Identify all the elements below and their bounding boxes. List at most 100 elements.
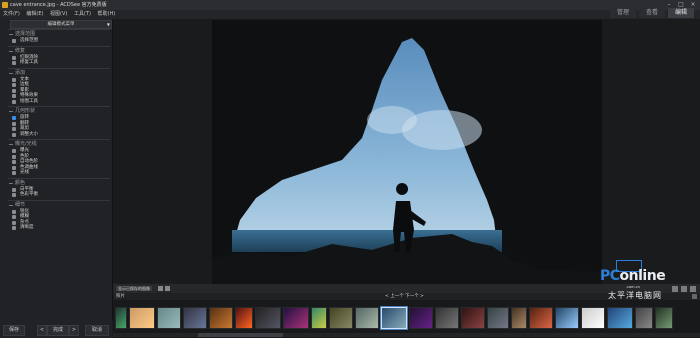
filmstrip-thumbnail[interactable] bbox=[329, 307, 353, 329]
tool-item[interactable]: 色彩平衡 bbox=[8, 192, 110, 198]
tab-manage[interactable]: 管理 bbox=[610, 8, 636, 18]
filmstrip-thumbnail[interactable] bbox=[235, 307, 253, 329]
title-bar: cave entrance.jpg - ACDSee 官方免费版 – □ × bbox=[0, 0, 700, 10]
tool-item-label: 调整大小 bbox=[20, 131, 38, 137]
tool-item-label: 选择范围 bbox=[20, 38, 38, 43]
watermark-cn: 太平洋电脑网 bbox=[608, 291, 662, 300]
folder-icon[interactable] bbox=[165, 286, 170, 291]
tool-icon bbox=[12, 165, 16, 170]
edit-mode-menu[interactable]: 编辑模式菜单 ▼ bbox=[10, 20, 112, 29]
save-button[interactable]: 保存 bbox=[3, 325, 25, 336]
tool-group-title[interactable]: 添加 bbox=[8, 70, 110, 77]
filmstrip-thumbnail[interactable] bbox=[511, 307, 527, 329]
menu-bar: 文件(F) 编辑(E) 视图(V) 工具(T) 帮助(H) bbox=[0, 10, 700, 19]
filmstrip-scrollbar[interactable] bbox=[113, 333, 700, 337]
tool-item[interactable]: 光线 bbox=[8, 170, 110, 176]
scrollbar-thumb[interactable] bbox=[198, 333, 283, 337]
filmstrip-thumbnail[interactable] bbox=[183, 307, 207, 329]
tool-group: 细节 锐化 模糊 杂点 清晰度 bbox=[8, 199, 110, 231]
tool-icon bbox=[12, 39, 16, 43]
chevron-down-icon: ▼ bbox=[106, 22, 110, 27]
tool-group: 几何形状 旋转 翻转 裁剪 调整大小 bbox=[8, 106, 110, 137]
tool-icon bbox=[12, 215, 16, 219]
filmstrip-thumbnail[interactable] bbox=[435, 307, 459, 329]
tool-item-label: 色调曲线 bbox=[20, 164, 38, 170]
tool-item-label: 色阶 bbox=[20, 153, 29, 159]
filmstrip-thumbnail[interactable] bbox=[283, 307, 309, 329]
tool-item[interactable]: 修复工具 bbox=[8, 60, 110, 66]
prev-arrow-button[interactable]: < bbox=[37, 325, 47, 336]
tool-item-label: 锐化 bbox=[20, 208, 29, 214]
tool-group-title[interactable]: 修复 bbox=[8, 48, 110, 55]
next-arrow-button[interactable]: > bbox=[69, 325, 79, 336]
filmstrip-thumbnail[interactable] bbox=[115, 307, 127, 329]
tool-item[interactable]: 清晰度 bbox=[8, 225, 110, 231]
tab-view[interactable]: 查看 bbox=[639, 8, 665, 18]
photo-preview[interactable] bbox=[212, 20, 602, 284]
tool-group-title[interactable]: 细节 bbox=[8, 202, 110, 209]
tool-group: 曝光/光线 曝光 色阶 自动色阶 色调曲线 光线 bbox=[8, 139, 110, 176]
bottom-bar: 保存 < 完成 > 取消 bbox=[0, 321, 112, 338]
tool-group-title[interactable]: 颜色 bbox=[8, 180, 110, 187]
filmstrip-thumbnail[interactable] bbox=[487, 307, 509, 329]
tool-icon bbox=[12, 209, 16, 214]
menu-tools[interactable]: 工具(T) bbox=[74, 10, 91, 19]
filmstrip-thumbnail[interactable] bbox=[129, 307, 155, 329]
done-button[interactable]: 完成 bbox=[47, 325, 69, 336]
tool-group: 添加 文本 边框 晕影 特殊效果 绘图工具 bbox=[8, 67, 110, 105]
tool-icon bbox=[12, 220, 16, 225]
filmstrip-thumbnail[interactable] bbox=[529, 307, 553, 329]
tool-icon bbox=[12, 88, 16, 93]
menu-view[interactable]: 视图(V) bbox=[50, 10, 67, 19]
cancel-button[interactable]: 取消 bbox=[85, 325, 109, 336]
tool-icon bbox=[12, 55, 16, 60]
tool-item-label: 曝光 bbox=[20, 148, 29, 153]
filmstrip-thumbnail[interactable] bbox=[581, 307, 605, 329]
filmstrip-thumbnail[interactable] bbox=[381, 307, 407, 329]
filmstrip-thumbnail[interactable] bbox=[555, 307, 579, 329]
filmstrip-thumbnail[interactable] bbox=[209, 307, 233, 329]
prev-next-pager[interactable]: < 上一个 下一个 > bbox=[385, 293, 424, 300]
options-icon[interactable] bbox=[158, 286, 163, 291]
tool-item-label: 翻转 bbox=[20, 120, 29, 126]
tool-item[interactable]: 选择范围 bbox=[8, 38, 110, 44]
watermark-domain: .com.cn bbox=[626, 285, 640, 289]
tool-item-label: 红眼消除 bbox=[20, 54, 38, 60]
filmstrip-thumbnail[interactable] bbox=[311, 307, 327, 329]
filmstrip-label: 照片 bbox=[116, 294, 125, 299]
menu-file[interactable]: 文件(F) bbox=[3, 10, 20, 19]
menu-edit[interactable]: 编辑(E) bbox=[26, 10, 43, 19]
tool-icon bbox=[12, 116, 16, 120]
tool-group-title[interactable]: 几何形状 bbox=[8, 108, 110, 115]
tool-item[interactable]: 调整大小 bbox=[8, 132, 110, 138]
filmstrip-thumbnail[interactable] bbox=[355, 307, 379, 329]
tool-item-label: 旋转 bbox=[20, 115, 29, 120]
tool-item[interactable]: 绘图工具 bbox=[8, 99, 110, 105]
filmstrip-thumbnail[interactable] bbox=[461, 307, 485, 329]
filmstrip-thumbnail[interactable] bbox=[655, 307, 673, 329]
tool-icon bbox=[12, 83, 16, 87]
tool-group-title[interactable]: 选择范围 bbox=[8, 31, 110, 38]
tool-icon bbox=[12, 132, 16, 137]
tool-item-label: 文本 bbox=[20, 76, 29, 82]
tool-group-title[interactable]: 曝光/光线 bbox=[8, 141, 110, 148]
tool-icon bbox=[12, 171, 16, 175]
filmstrip-thumbnail[interactable] bbox=[157, 307, 181, 329]
tool-item-label: 裁剪 bbox=[20, 126, 29, 131]
tool-item-label: 清晰度 bbox=[20, 225, 34, 230]
show-saved-checkbox[interactable]: 显示已保存的图像 bbox=[116, 286, 152, 291]
tool-icon bbox=[12, 121, 16, 126]
tool-item-label: 自动色阶 bbox=[20, 159, 38, 164]
filmstrip-thumbnail[interactable] bbox=[607, 307, 633, 329]
filmstrip-thumbnail[interactable] bbox=[635, 307, 653, 329]
window-title: cave entrance.jpg - ACDSee 官方免费版 bbox=[10, 2, 107, 8]
tab-edit[interactable]: 编辑 bbox=[668, 8, 694, 18]
watermark-brand: PConline bbox=[600, 268, 666, 284]
menu-help[interactable]: 帮助(H) bbox=[98, 10, 116, 19]
filmstrip-thumbnail[interactable] bbox=[255, 307, 281, 329]
tool-icon bbox=[12, 187, 16, 192]
filmstrip-thumbnail[interactable] bbox=[409, 307, 433, 329]
tool-group: 选择范围 选择范围 bbox=[8, 29, 110, 44]
tool-icon bbox=[12, 77, 16, 82]
pconline-watermark: PConline .com.cn 太平洋电脑网 bbox=[594, 260, 694, 308]
